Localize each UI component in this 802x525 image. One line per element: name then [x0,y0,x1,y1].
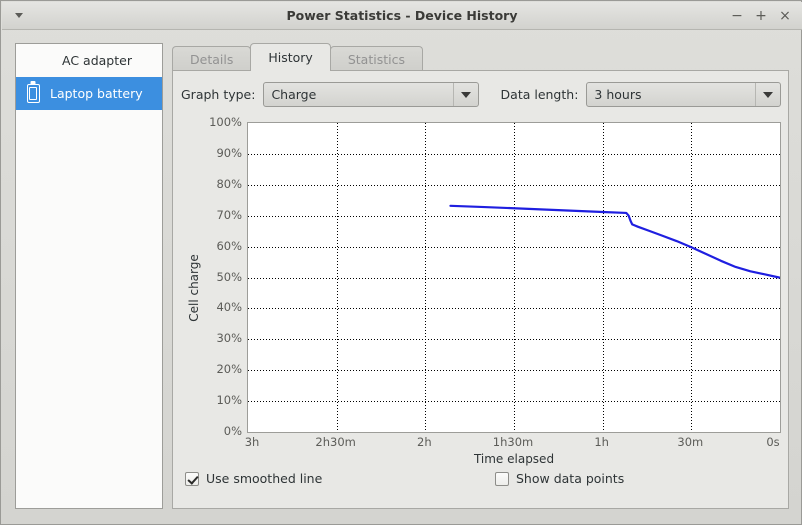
caret-down-icon [15,13,23,18]
chart-controls: Graph type: Charge Data length: 3 hours [181,82,781,107]
y-tick-label: 40% [216,300,242,315]
window-menu-button[interactable] [2,2,36,29]
y-tick-label: 20% [216,362,242,377]
show-data-points-checkbox[interactable]: Show data points [495,471,624,486]
content-pane: Details History Statistics Graph type: C… [172,43,789,509]
minimize-button[interactable]: − [726,5,748,27]
use-smoothed-line-label: Use smoothed line [206,471,323,486]
use-smoothed-line-checkbox[interactable]: Use smoothed line [185,471,322,486]
x-tick-label: 2h30m [315,435,356,449]
sidebar-item-label: AC adapter [62,53,132,68]
y-tick-label: 70% [216,207,242,222]
x-axis-title: Time elapsed [473,452,555,466]
x-tick-label: 0s [766,435,780,449]
data-length-label: Data length: [500,87,579,102]
y-tick-label: 0% [223,424,242,438]
y-tick-label: 90% [216,145,242,160]
y-tick-label: 50% [216,269,242,284]
battery-icon [16,77,50,110]
x-tick-label: 1h30m [492,435,534,449]
sidebar-item-label: Laptop battery [50,86,143,101]
tab-bar: Details History Statistics [172,43,789,71]
checkbox-box [185,471,199,486]
window-controls: − + × [726,2,796,29]
tab-history[interactable]: History [250,43,331,71]
chevron-down-icon [755,83,780,106]
y-tick-label: 30% [216,331,242,346]
power-statistics-window: Power Statistics - Device History − + × … [0,0,802,525]
show-data-points-label: Show data points [516,471,625,486]
plot-area [247,122,781,433]
close-button[interactable]: × [774,5,796,27]
ac-adapter-icon-slot [16,44,50,77]
data-length-value: 3 hours [594,87,642,102]
y-tick-label: 100% [209,115,242,129]
data-length-select[interactable]: 3 hours [586,82,781,107]
y-axis-ticks: 100% 90% 80% 70% 60% 50% 40% 30% 20% 10% 0% [201,115,246,458]
title-bar: Power Statistics - Device History − + × [2,2,802,30]
x-axis-ticks: 3h 2h30m 2h 1h30m 1h 30m 0s [244,435,781,451]
tab-statistics[interactable]: Statistics [329,46,423,71]
y-axis-title-text: Cell charge [187,254,201,322]
sidebar-item-ac-adapter[interactable]: AC adapter [16,44,162,77]
sidebar-item-laptop-battery[interactable]: Laptop battery [16,77,162,110]
x-tick-label: 30m [677,435,704,449]
maximize-button[interactable]: + [750,5,772,27]
device-list[interactable]: AC adapter Laptop battery [15,43,163,509]
history-tab-panel: Graph type: Charge Data length: 3 hours … [172,70,789,509]
graph-type-label: Graph type: [181,87,256,102]
chart-options: Use smoothed line Show data points [185,471,780,495]
graph-type-select[interactable]: Charge [263,82,479,107]
x-tick-label: 3h [244,435,260,449]
window-title: Power Statistics - Device History [286,8,518,23]
y-tick-label: 10% [216,393,242,408]
y-tick-label: 80% [216,176,242,191]
tab-details[interactable]: Details [172,46,252,71]
x-tick-label: 2h [417,435,432,449]
checkbox-box [495,471,509,486]
y-tick-label: 60% [216,238,242,253]
graph-type-value: Charge [271,87,317,102]
history-chart: Cell charge 100% 90% 80% 70% 60% 50% 40% 30% 20%… [181,115,782,466]
x-tick-label: 1h [594,435,609,449]
chevron-down-icon [452,83,478,106]
